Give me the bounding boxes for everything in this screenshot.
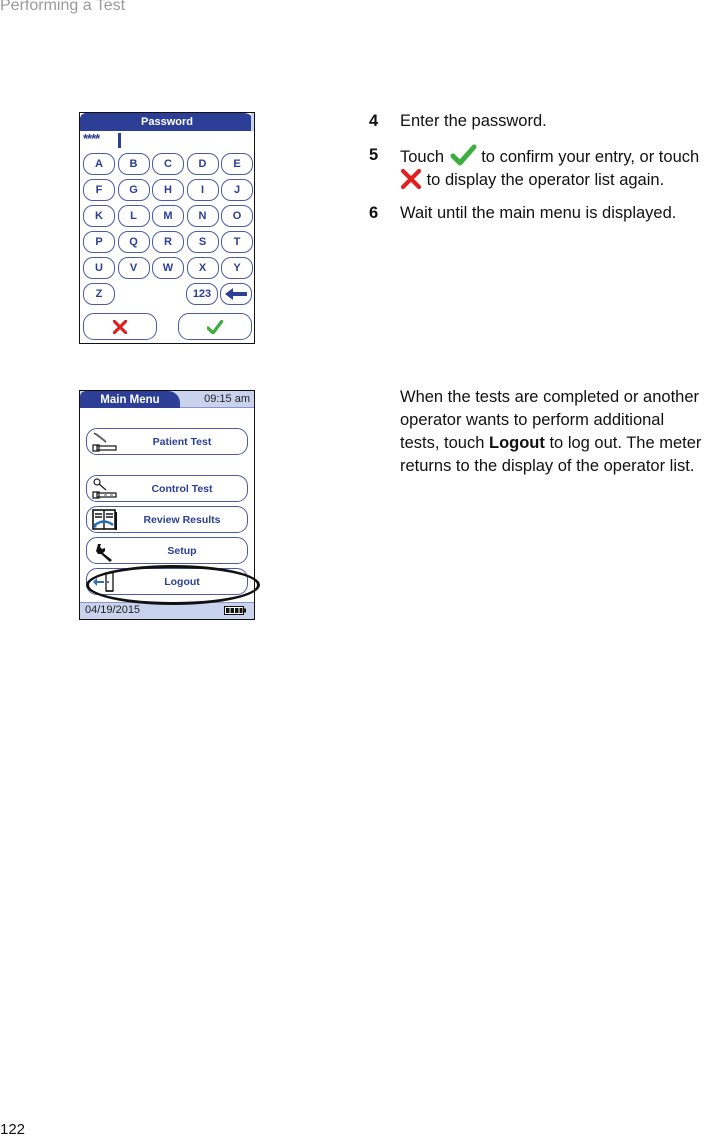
backspace-button[interactable] xyxy=(220,283,252,305)
check-icon xyxy=(450,144,477,166)
page-number: 122 xyxy=(0,1121,26,1138)
step-number: 4 xyxy=(369,112,379,130)
main-menu-screen: Main Menu 09:15 am Patient Test Control … xyxy=(79,390,255,620)
logout-paragraph: When the tests are completed or another … xyxy=(400,386,701,478)
key-h[interactable]: H xyxy=(152,179,184,201)
key-r[interactable]: R xyxy=(152,231,184,253)
key-d[interactable]: D xyxy=(186,153,219,175)
key-g[interactable]: G xyxy=(117,179,150,201)
confirm-button[interactable] xyxy=(178,313,252,340)
x-icon xyxy=(400,169,422,189)
key-t[interactable]: T xyxy=(221,231,253,253)
main-menu-title: Main Menu xyxy=(80,391,180,408)
key-l[interactable]: L xyxy=(117,205,150,227)
key-k[interactable]: K xyxy=(83,205,115,227)
status-bar: 04/19/2015 xyxy=(80,602,254,619)
menu-item-label: Patient Test xyxy=(152,435,212,448)
paragraph-line: to log out. The meter xyxy=(549,434,702,452)
control-test-button[interactable]: Control Test xyxy=(86,475,248,502)
step-text: Enter the password. xyxy=(400,112,547,130)
check-icon xyxy=(207,319,223,334)
menu-item-label: Logout xyxy=(164,575,200,588)
key-o[interactable]: O xyxy=(221,205,253,227)
test-strip-icon xyxy=(92,432,117,452)
review-results-button[interactable]: Review Results xyxy=(86,506,248,533)
step-number: 6 xyxy=(369,204,379,222)
key-a[interactable]: A xyxy=(83,153,115,175)
step-text-after-x: to display the operator list again. xyxy=(426,171,665,189)
key-e[interactable]: E xyxy=(221,153,253,175)
key-c[interactable]: C xyxy=(152,153,184,175)
x-icon xyxy=(113,319,127,334)
text-cursor xyxy=(118,133,121,148)
paragraph-line: tests, touch xyxy=(400,434,485,452)
key-u[interactable]: U xyxy=(83,257,115,279)
key-123[interactable]: 123 xyxy=(186,283,218,305)
password-title: Password xyxy=(80,113,254,131)
step-number: 5 xyxy=(369,146,379,164)
menu-item-label: Review Results xyxy=(143,513,221,526)
key-p[interactable]: P xyxy=(83,231,115,253)
page-header: Performing a Test xyxy=(0,0,126,14)
logout-button[interactable]: Logout xyxy=(86,568,248,595)
logout-term: Logout xyxy=(488,434,545,452)
door-exit-icon xyxy=(93,572,114,592)
key-v[interactable]: V xyxy=(117,257,150,279)
key-m[interactable]: M xyxy=(152,205,184,227)
key-q[interactable]: Q xyxy=(117,231,150,253)
clock: 09:15 am xyxy=(204,393,250,405)
patient-test-button[interactable]: Patient Test xyxy=(86,428,248,455)
step-text: Wait until the main menu is displayed. xyxy=(400,204,677,222)
key-n[interactable]: N xyxy=(186,205,219,227)
key-i[interactable]: I xyxy=(186,179,219,201)
key-y[interactable]: Y xyxy=(221,257,253,279)
menu-item-label: Control Test xyxy=(151,482,213,495)
cancel-button[interactable] xyxy=(83,313,157,340)
step-text-after-check: to confirm your entry, or touch xyxy=(481,148,700,166)
menu-item-label: Setup xyxy=(167,544,197,557)
paragraph-line: operator wants to perform additional xyxy=(400,411,665,429)
review-book-icon xyxy=(92,509,117,530)
paragraph-line: returns to the display of the operator l… xyxy=(400,457,695,475)
password-field[interactable]: **** xyxy=(83,131,100,146)
battery-icon xyxy=(224,606,246,615)
step-text: Touch to confirm your entry, or touch to… xyxy=(400,144,699,192)
control-strip-icon xyxy=(92,478,117,499)
setup-button[interactable]: Setup xyxy=(86,537,248,564)
step-text-before: Touch xyxy=(400,148,445,166)
key-f[interactable]: F xyxy=(83,179,115,201)
date: 04/19/2015 xyxy=(85,604,141,616)
key-s[interactable]: S xyxy=(186,231,219,253)
paragraph-line: When the tests are completed or another xyxy=(400,388,699,406)
key-z[interactable]: Z xyxy=(83,283,115,305)
password-screen: Password **** ABCDEFGHIJKLMNOPQRSTUVWXY … xyxy=(79,112,255,344)
wrench-icon xyxy=(96,544,112,562)
key-j[interactable]: J xyxy=(221,179,253,201)
arrow-left-icon xyxy=(225,288,247,300)
key-w[interactable]: W xyxy=(152,257,184,279)
key-b[interactable]: B xyxy=(117,153,150,175)
key-x[interactable]: X xyxy=(186,257,219,279)
